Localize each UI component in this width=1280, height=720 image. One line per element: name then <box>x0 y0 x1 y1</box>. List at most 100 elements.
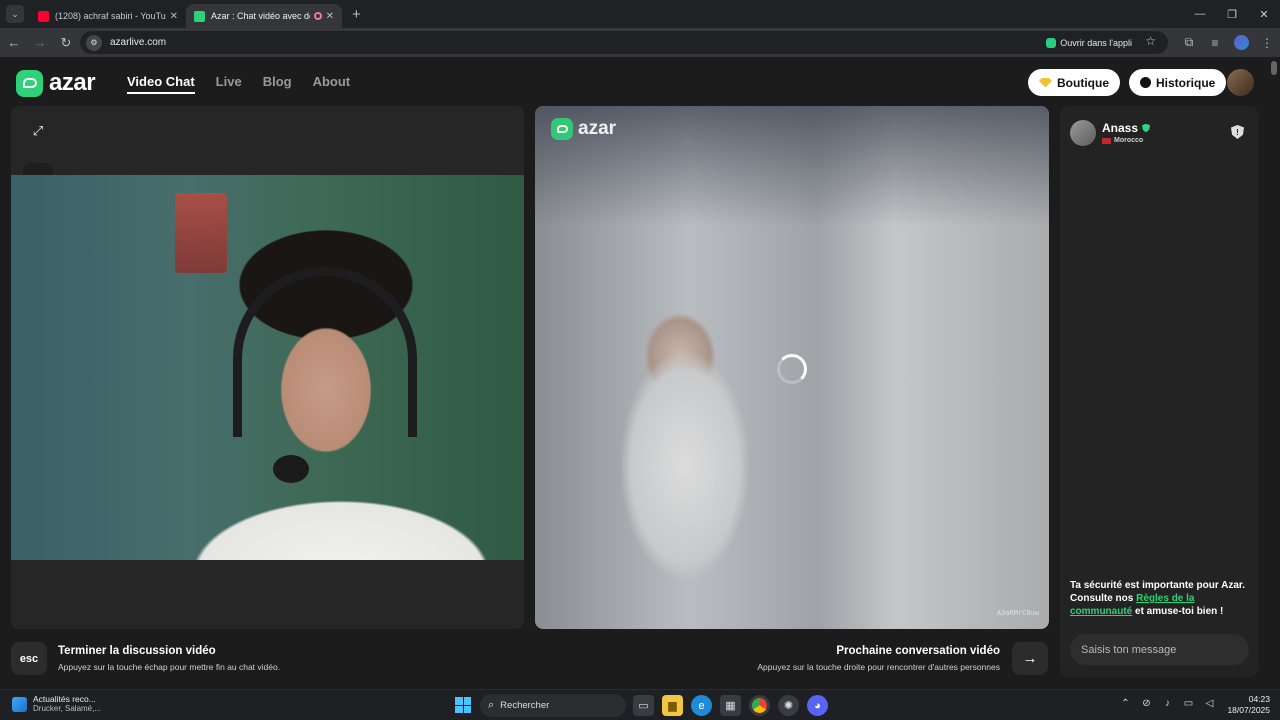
gem-icon <box>1039 77 1052 88</box>
system-tray: ⌃ ⊘ ♪ ▭ ◁ <box>1115 698 1220 709</box>
nav-about[interactable]: About <box>313 74 351 94</box>
partner-name: Anass <box>1102 121 1151 135</box>
profile-avatar[interactable] <box>1228 35 1254 50</box>
taskbar-search-label: Rechercher <box>500 700 550 711</box>
boutique-button[interactable]: Boutique <box>1028 69 1120 96</box>
next-chat-subtitle: Appuyez sur la touche droite pour rencon… <box>757 662 1000 672</box>
volume-icon[interactable]: ◁ <box>1199 698 1220 709</box>
nav-live[interactable]: Live <box>216 74 242 94</box>
taskbar-search[interactable]: ⌕ Rechercher <box>480 694 626 717</box>
next-chat-title: Prochaine conversation vidéo <box>836 645 1000 657</box>
minimize-button[interactable]: — <box>1184 0 1216 28</box>
nav-blog[interactable]: Blog <box>263 74 292 94</box>
end-chat-subtitle: Appuyez sur la touche échap pour mettre … <box>58 662 281 672</box>
azar-watermark: azar <box>551 118 616 140</box>
local-webcam-feed <box>11 175 524 560</box>
discord-icon[interactable]: ◕ <box>807 695 828 716</box>
watermark-text: azar <box>578 118 617 139</box>
new-tab-button[interactable]: + <box>352 6 361 23</box>
open-in-app-label: Ouvrir dans l'appli <box>1060 37 1132 48</box>
chrome-icon[interactable] <box>749 695 770 716</box>
chat-panel: Anass Morocco ! Ta sécurité est importan… <box>1060 106 1258 677</box>
news-widget[interactable]: Actualités reco... Drucker, Salamé,... <box>12 694 101 714</box>
taskbar-apps: ▭ ▆ e ▦ ✺ ◕ <box>633 695 836 716</box>
historique-button[interactable]: Historique <box>1129 69 1227 96</box>
taskbar-clock[interactable]: 04:23 18/07/2025 <box>1227 694 1270 716</box>
tab-title: (1208) achraf sabiri - YouTube <box>55 11 166 21</box>
news-widget-icon <box>12 696 27 712</box>
nav-video-chat[interactable]: Video Chat <box>127 74 195 94</box>
news-subtitle: Drucker, Salamé,... <box>33 704 102 713</box>
youtube-icon <box>38 10 49 22</box>
network-icon[interactable]: ▭ <box>1178 698 1199 709</box>
browser-tab-bar: ⌄ (1208) achraf sabiri - YouTube ✕ Azar … <box>0 0 1280 28</box>
tray-expand-icon[interactable]: ⌃ <box>1115 698 1136 709</box>
azar-favicon-icon <box>194 10 205 22</box>
safety-text-end: et amuse-toi bien ! <box>1132 606 1224 617</box>
report-shield-icon[interactable]: ! <box>1231 125 1244 139</box>
site-info-icon[interactable]: ⚙ <box>86 34 102 51</box>
boutique-label: Boutique <box>1057 75 1109 90</box>
recording-icon <box>313 12 322 20</box>
address-bar-row: ← → ↻ ⚙ azarlive.com Ouvrir dans l'appli… <box>0 28 1280 57</box>
headset-mic <box>273 455 309 483</box>
main-nav: Video Chat Live Blog About <box>127 74 371 94</box>
azar-logo-icon <box>16 69 43 97</box>
clock-date: 18/07/2025 <box>1227 705 1270 715</box>
azar-site: azar Video Chat Live Blog About Boutique… <box>0 57 1268 689</box>
safety-notice: Ta sécurité est importante pour Azar. Co… <box>1070 579 1250 618</box>
next-chat-button[interactable]: → <box>1012 642 1048 675</box>
media-control-icon[interactable]: ≡ <box>1202 36 1228 50</box>
task-view-icon[interactable]: ▭ <box>633 695 654 716</box>
windows-taskbar: Actualités reco... Drucker, Salamé,... ⌕… <box>0 689 1280 720</box>
user-avatar[interactable] <box>1227 69 1254 96</box>
clock-time: 04:23 <box>1248 694 1270 704</box>
browser-toolbar-right: ⧉ ≡ ⋮ <box>1176 28 1280 57</box>
close-window-button[interactable]: ✕ <box>1248 0 1280 28</box>
reload-button[interactable]: ↻ <box>54 31 78 55</box>
url-text[interactable]: azarlive.com <box>110 37 166 48</box>
logo-text: azar <box>49 69 96 96</box>
forward-button[interactable]: → <box>28 31 52 55</box>
back-button[interactable]: ← <box>2 31 26 55</box>
message-input[interactable] <box>1070 634 1249 665</box>
microphone-icon[interactable]: ♪ <box>1157 698 1178 709</box>
tab-title: Azar : Chat vidéo avec de nouvelles pers… <box>211 11 310 21</box>
omnibox[interactable]: ⚙ azarlive.com Ouvrir dans l'appli ☆ <box>80 31 1168 54</box>
open-in-app-button[interactable]: Ouvrir dans l'appli <box>1046 35 1132 50</box>
camera-off-icon[interactable]: ⊘ <box>1136 698 1157 709</box>
loading-spinner-icon <box>777 354 807 384</box>
file-explorer-icon[interactable]: ▆ <box>662 695 683 716</box>
partner-name-text: Anass <box>1102 121 1139 135</box>
partner-country-text: Morocco <box>1114 137 1144 144</box>
partner-country: Morocco <box>1102 137 1143 144</box>
close-icon[interactable]: ✕ <box>326 11 334 22</box>
app-icon[interactable]: ✺ <box>778 695 799 716</box>
menu-icon[interactable]: ⋮ <box>1254 36 1280 50</box>
window-controls: — ❐ ✕ <box>1184 0 1280 28</box>
maximize-button[interactable]: ❐ <box>1216 0 1248 28</box>
edge-icon[interactable]: e <box>691 695 712 716</box>
partner-avatar[interactable] <box>1070 120 1096 146</box>
verified-badge-icon <box>1142 123 1151 133</box>
bookmark-star-icon[interactable]: ☆ <box>1145 34 1156 48</box>
store-icon[interactable]: ▦ <box>720 695 741 716</box>
tab-youtube[interactable]: (1208) achraf sabiri - YouTube ✕ <box>30 4 186 28</box>
remote-video-panel: azar A3aRMrC8uw <box>535 106 1049 629</box>
windows-start-icon[interactable] <box>455 697 471 713</box>
extensions-icon[interactable]: ⧉ <box>1176 35 1202 50</box>
end-chat-button[interactable]: esc <box>11 642 47 675</box>
morocco-flag-icon <box>1102 137 1111 144</box>
close-icon[interactable]: ✕ <box>170 11 178 22</box>
tab-azar[interactable]: Azar : Chat vidéo avec de nouvelles pers… <box>186 4 342 28</box>
clock-icon <box>1140 77 1151 88</box>
tab-search-button[interactable]: ⌄ <box>6 5 24 23</box>
azar-logo[interactable]: azar <box>16 69 96 97</box>
expand-icon[interactable]: ⤢ <box>25 118 51 144</box>
historique-label: Historique <box>1156 75 1216 90</box>
azar-app-icon <box>1046 37 1057 48</box>
wall-poster <box>175 193 227 273</box>
azar-logo-icon <box>551 118 573 140</box>
page-scrollbar[interactable] <box>1268 57 1280 689</box>
remote-user-id: A3aRMrC8uw <box>996 609 1039 617</box>
